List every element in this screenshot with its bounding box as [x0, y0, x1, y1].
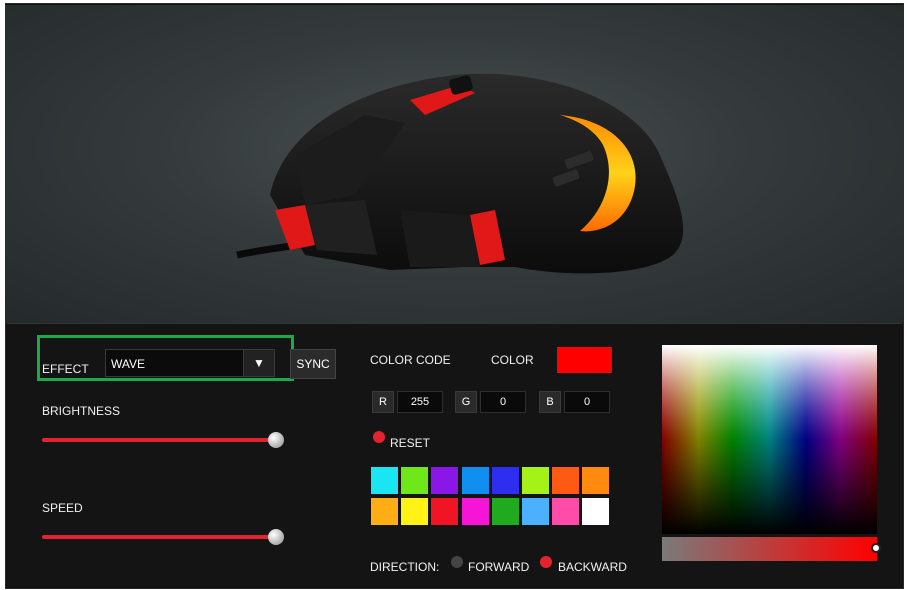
- effect-label: EFFECT: [42, 362, 89, 376]
- sync-button[interactable]: SYNC: [290, 349, 336, 379]
- chevron-down-icon[interactable]: ▼: [243, 350, 274, 376]
- g-value-input[interactable]: 0: [480, 391, 526, 413]
- gaming-mouse-illustration: [236, 73, 684, 274]
- forward-label[interactable]: FORWARD: [468, 560, 529, 574]
- direction-label: DIRECTION:: [370, 560, 440, 574]
- palette-swatch[interactable]: [552, 498, 580, 525]
- palette-swatch[interactable]: [371, 467, 398, 494]
- backward-radio[interactable]: [540, 556, 552, 568]
- forward-radio[interactable]: [451, 556, 463, 568]
- palette-swatch[interactable]: [401, 498, 429, 525]
- color-label: COLOR: [491, 353, 534, 367]
- backward-label[interactable]: BACKWARD: [558, 560, 627, 574]
- b-label: B: [539, 391, 561, 413]
- g-label: G: [455, 391, 477, 413]
- palette-swatch[interactable]: [431, 467, 459, 494]
- mouse-preview-image: [5, 5, 904, 323]
- brightness-slider-track[interactable]: [42, 438, 276, 442]
- palette-swatch[interactable]: [491, 467, 519, 494]
- current-color-preview: [557, 347, 612, 373]
- speed-label: SPEED: [42, 501, 83, 515]
- speed-slider-track[interactable]: [42, 535, 276, 539]
- palette-swatch[interactable]: [522, 498, 549, 525]
- palette-swatch[interactable]: [431, 498, 459, 525]
- palette-swatch[interactable]: [582, 467, 610, 494]
- color-picker-spectrum[interactable]: [662, 345, 877, 534]
- brightness-slider-handle[interactable]: [268, 432, 284, 448]
- speed-slider-handle[interactable]: [268, 529, 284, 545]
- effect-dropdown[interactable]: WAVE ▼: [105, 349, 275, 377]
- brightness-label: BRIGHTNESS: [42, 404, 121, 418]
- reset-button[interactable]: RESET: [390, 436, 430, 450]
- palette-swatch[interactable]: [522, 467, 549, 494]
- reset-dot-icon[interactable]: [373, 431, 385, 443]
- saturation-handle[interactable]: [871, 543, 881, 553]
- palette-swatch[interactable]: [401, 467, 429, 494]
- palette-swatch[interactable]: [582, 498, 610, 525]
- b-value-input[interactable]: 0: [564, 391, 610, 413]
- color-saturation-strip[interactable]: [662, 537, 877, 561]
- r-value-input[interactable]: 255: [397, 391, 443, 413]
- r-label: R: [372, 391, 394, 413]
- palette-swatch[interactable]: [371, 498, 398, 525]
- palette-swatch[interactable]: [552, 467, 580, 494]
- color-code-label: COLOR CODE: [370, 353, 451, 367]
- palette-swatch[interactable]: [461, 467, 489, 494]
- palette-swatch[interactable]: [461, 498, 489, 525]
- effect-dropdown-value: WAVE: [111, 357, 146, 371]
- palette-swatch[interactable]: [491, 498, 519, 525]
